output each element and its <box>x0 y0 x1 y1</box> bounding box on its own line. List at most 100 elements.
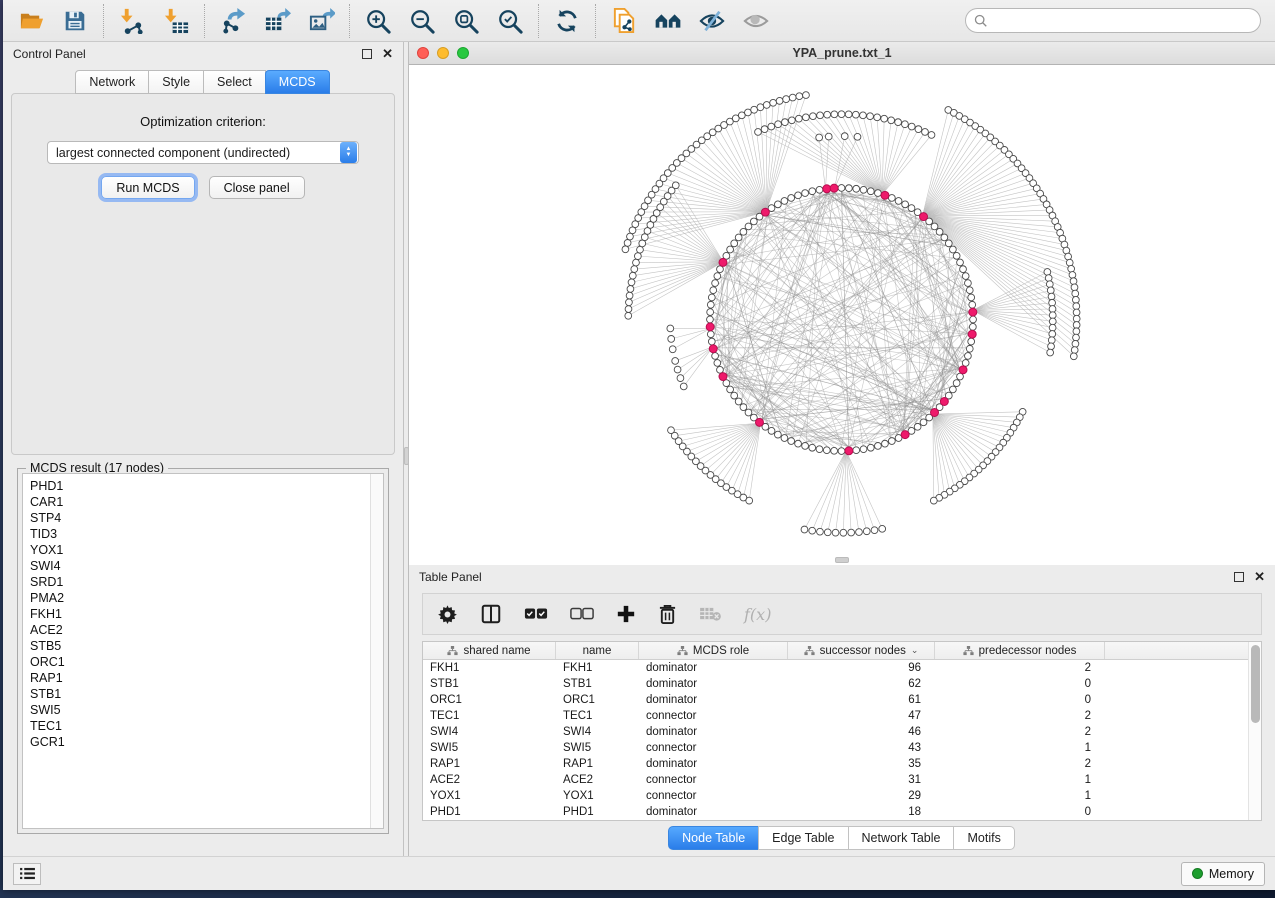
network-canvas[interactable] <box>409 65 1275 565</box>
export-table-icon[interactable] <box>263 7 291 35</box>
column-header-successor-nodes[interactable]: successor nodes⌄ <box>788 642 935 659</box>
mcds-result-item[interactable]: STB5 <box>30 638 370 654</box>
export-image-icon[interactable] <box>307 7 335 35</box>
first-neighbors-icon[interactable] <box>654 7 682 35</box>
column-header-shared-name[interactable]: shared name <box>423 642 556 659</box>
close-panel-button[interactable]: Close panel <box>209 176 305 199</box>
run-mcds-button[interactable]: Run MCDS <box>101 176 194 199</box>
mcds-result-item[interactable]: ORC1 <box>30 654 370 670</box>
table-row[interactable]: YOX1YOX1connector291 <box>423 788 1248 804</box>
memory-button[interactable]: Memory <box>1181 862 1265 886</box>
mcds-result-item[interactable]: PMA2 <box>30 590 370 606</box>
node-table: shared namenameMCDS rolesuccessor nodes⌄… <box>422 641 1262 821</box>
cell-successor_nodes: 61 <box>788 694 935 706</box>
mcds-result-item[interactable]: RAP1 <box>30 670 370 686</box>
window-zoom-button[interactable] <box>457 47 469 59</box>
cell-predecessor_nodes: 2 <box>935 726 1105 738</box>
mcds-result-item[interactable]: TID3 <box>30 526 370 542</box>
table-row[interactable]: SWI5SWI5connector431 <box>423 740 1248 756</box>
task-history-button[interactable] <box>13 863 41 885</box>
close-table-panel-icon[interactable]: ✕ <box>1254 572 1265 582</box>
table-row[interactable]: ACE2ACE2connector311 <box>423 772 1248 788</box>
mcds-result-item[interactable]: YOX1 <box>30 542 370 558</box>
mcds-result-list[interactable]: PHD1CAR1STP4TID3YOX1SWI4SRD1PMA2FKH1ACE2… <box>22 473 384 829</box>
table-row[interactable]: TEC1TEC1connector472 <box>423 708 1248 724</box>
mcds-result-item[interactable]: STB1 <box>30 686 370 702</box>
table-header-row: shared namenameMCDS rolesuccessor nodes⌄… <box>423 642 1248 660</box>
mcds-result-item[interactable]: FKH1 <box>30 606 370 622</box>
table-row[interactable]: RAP1RAP1dominator352 <box>423 756 1248 772</box>
tab-network[interactable]: Network <box>75 70 149 94</box>
cell-mcds_role: dominator <box>639 678 788 690</box>
mcds-result-group: MCDS result (17 nodes) PHD1CAR1STP4TID3Y… <box>17 468 389 834</box>
network-window-titlebar[interactable]: YPA_prune.txt_1 <box>409 42 1275 65</box>
tab-node-table[interactable]: Node Table <box>668 826 759 850</box>
zoom-in-icon[interactable] <box>364 7 392 35</box>
mcds-result-item[interactable]: TEC1 <box>30 718 370 734</box>
horizontal-split-handle[interactable] <box>835 557 849 563</box>
show-all-icon[interactable] <box>742 7 770 35</box>
show-column-panel-icon[interactable] <box>480 602 502 626</box>
table-options-gear-icon[interactable] <box>437 602 458 626</box>
tab-motifs[interactable]: Motifs <box>953 826 1014 850</box>
zoom-fit-icon[interactable] <box>452 7 480 35</box>
zoom-selected-icon[interactable] <box>496 7 524 35</box>
cell-shared_name: PHD1 <box>423 806 556 818</box>
delete-table-icon[interactable] <box>699 602 722 626</box>
table-scrollbar-thumb[interactable] <box>1251 645 1260 723</box>
tab-mcds[interactable]: MCDS <box>265 70 330 94</box>
tab-edge-table[interactable]: Edge Table <box>758 826 848 850</box>
mcds-result-item[interactable]: SWI5 <box>30 702 370 718</box>
window-minimize-button[interactable] <box>437 47 449 59</box>
mcds-result-item[interactable]: GCR1 <box>30 734 370 750</box>
float-table-panel-icon[interactable] <box>1234 572 1244 582</box>
import-network-icon[interactable] <box>118 7 146 35</box>
column-header-MCDS-role[interactable]: MCDS role <box>639 642 788 659</box>
deselect-all-rows-icon[interactable] <box>570 602 594 626</box>
optimization-criterion-select[interactable]: largest connected component (undirected)… <box>47 141 359 164</box>
function-builder-icon[interactable]: f(x) <box>744 602 771 626</box>
table-row[interactable]: SWI4SWI4dominator462 <box>423 724 1248 740</box>
column-header-name[interactable]: name <box>556 642 639 659</box>
cell-successor_nodes: 35 <box>788 758 935 770</box>
table-row[interactable]: ORC1ORC1dominator610 <box>423 692 1248 708</box>
application-window: Control Panel ✕ NetworkStyleSelectMCDS O… <box>3 0 1275 890</box>
mcds-result-item[interactable]: ACE2 <box>30 622 370 638</box>
tab-select[interactable]: Select <box>203 70 266 94</box>
table-scrollbar[interactable] <box>1248 642 1261 820</box>
mcds-result-item[interactable]: CAR1 <box>30 494 370 510</box>
mcds-result-item[interactable]: PHD1 <box>30 478 370 494</box>
import-table-icon[interactable] <box>162 7 190 35</box>
search-input[interactable] <box>993 14 1252 28</box>
mcds-list-scrollbar[interactable] <box>370 474 383 828</box>
save-session-icon[interactable] <box>61 7 89 35</box>
table-row[interactable]: PHD1PHD1dominator180 <box>423 804 1248 820</box>
table-row[interactable]: STB1STB1dominator620 <box>423 676 1248 692</box>
mcds-result-item[interactable]: STP4 <box>30 510 370 526</box>
float-panel-icon[interactable] <box>362 49 372 59</box>
tab-network-table[interactable]: Network Table <box>848 826 955 850</box>
close-panel-icon[interactable]: ✕ <box>382 49 393 59</box>
cell-successor_nodes: 96 <box>788 662 935 674</box>
cell-name: FKH1 <box>556 662 639 674</box>
control-panel: Control Panel ✕ NetworkStyleSelectMCDS O… <box>3 42 403 856</box>
create-column-plus-icon[interactable] <box>616 602 636 626</box>
export-network-icon[interactable] <box>219 7 247 35</box>
cell-predecessor_nodes: 1 <box>935 790 1105 802</box>
table-row[interactable]: FKH1FKH1dominator962 <box>423 660 1248 676</box>
delete-column-trash-icon[interactable] <box>658 602 677 626</box>
hide-selected-icon[interactable] <box>698 7 726 35</box>
tab-style[interactable]: Style <box>148 70 204 94</box>
open-file-icon[interactable] <box>17 7 45 35</box>
network-graph[interactable] <box>409 65 1275 565</box>
search-field[interactable] <box>965 8 1261 33</box>
clone-network-icon[interactable] <box>610 7 638 35</box>
select-all-rows-icon[interactable] <box>524 602 548 626</box>
window-close-button[interactable] <box>417 47 429 59</box>
refresh-icon[interactable] <box>553 7 581 35</box>
mcds-result-item[interactable]: SRD1 <box>30 574 370 590</box>
column-header-predecessor-nodes[interactable]: predecessor nodes <box>935 642 1105 659</box>
zoom-out-icon[interactable] <box>408 7 436 35</box>
mcds-result-item[interactable]: SWI4 <box>30 558 370 574</box>
network-view-window: YPA_prune.txt_1 <box>408 42 1275 565</box>
